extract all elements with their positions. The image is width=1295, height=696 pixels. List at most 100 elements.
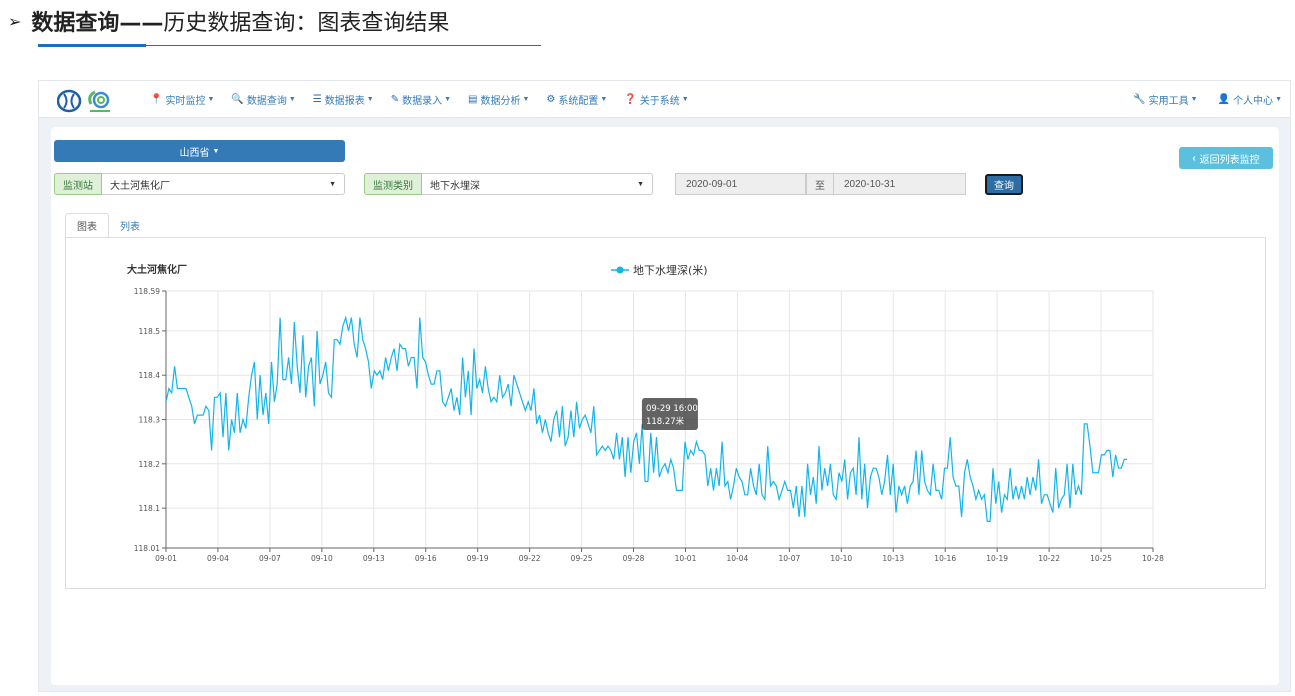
chevron-left-icon: ‹ <box>1192 152 1196 164</box>
nav-item-realtime[interactable]: 📍 实时监控 ▼ <box>150 92 214 107</box>
x-tick-label: 10-19 <box>986 554 1008 563</box>
tab-label: 图表 <box>77 222 97 233</box>
x-tick-label: 09-13 <box>363 554 385 563</box>
chart-container: 大土河焦化厂 地下水埋深(米) 118.01 118.1 118.2 118.3 118.4… <box>65 237 1266 589</box>
bullet-arrow-icon: ➢ <box>8 11 22 31</box>
x-tick-label: 10-10 <box>830 554 852 563</box>
legend-label: 地下水埋深(米) <box>633 264 708 277</box>
tooltip-value: 118.27米 <box>646 416 685 427</box>
y-tick-label: 118.2 <box>139 460 161 469</box>
x-tick-label: 09-01 <box>155 554 177 563</box>
nav-item-label: 关于系统 <box>639 96 680 107</box>
tab-list[interactable]: 列表 <box>109 213 151 238</box>
caret-down-icon: ▼ <box>1190 96 1198 103</box>
back-to-list-button[interactable]: ‹ 返回列表监控 <box>1179 147 1273 169</box>
query-button-label: 查询 <box>994 181 1014 192</box>
analysis-icon: ▤ <box>468 94 478 105</box>
nav-item-entry[interactable]: ✎ 数据录入 ▼ <box>391 92 451 107</box>
caret-down-icon: ▼ <box>1275 96 1282 103</box>
y-tick-label: 118.3 <box>139 416 161 425</box>
x-tick-label: 10-22 <box>1038 554 1060 563</box>
x-tick-label: 09-19 <box>467 554 489 563</box>
nav-item-tools[interactable]: 🔧 实用工具 ▼ <box>1133 92 1197 107</box>
nav-item-user-center[interactable]: 👤 个人中心 ▼ <box>1218 92 1282 107</box>
nav-item-config[interactable]: ⚙ 系统配置 ▼ <box>546 92 607 107</box>
caret-down-icon: ▼ <box>288 96 296 103</box>
query-button[interactable]: 查询 <box>985 174 1023 195</box>
x-tick-label: 09-22 <box>519 554 541 563</box>
app-window: 📍 实时监控 ▼ 🔍 数据查询 ▼ ☰ 数据报表 ▼ ✎ 数据录入 ▼ ▤ 数据分析 ▼ ⚙ 系统配置… <box>38 80 1291 692</box>
view-tabs: 图表 列表 <box>65 213 151 238</box>
start-date-value: 2020-09-01 <box>686 178 738 190</box>
station-value: 大土河焦化厂 <box>110 180 170 192</box>
x-tick-label: 09-16 <box>415 554 437 563</box>
caret-down-icon: ▼ <box>207 96 215 103</box>
map-marker-icon: 📍 <box>150 94 163 105</box>
search-icon: 🔍 <box>231 94 244 105</box>
nav-item-analysis[interactable]: ▤ 数据分析 ▼ <box>468 92 529 107</box>
slide-title: ➢ 数据查询—— 历史数据查询：图表查询结果 <box>8 4 449 38</box>
caret-down-icon: ▼ <box>522 96 530 103</box>
nav-item-label: 数据报表 <box>324 96 365 107</box>
top-navbar: 📍 实时监控 ▼ 🔍 数据查询 ▼ ☰ 数据报表 ▼ ✎ 数据录入 ▼ ▤ 数据分析 ▼ ⚙ 系统配置… <box>39 81 1290 118</box>
nav-item-label: 实用工具 <box>1148 96 1189 107</box>
select-arrow-icon: ▼ <box>329 180 336 188</box>
start-date-input[interactable]: 2020-09-01 <box>675 173 806 195</box>
station-group: 监测站 大土河焦化厂 ▼ <box>54 173 345 195</box>
x-tick-label: 09-10 <box>311 554 333 563</box>
title-underline-accent <box>38 44 146 47</box>
province-dropdown[interactable]: 山西省 ▼ <box>54 140 345 162</box>
logo[interactable] <box>56 86 117 116</box>
x-tick-label: 10-25 <box>1090 554 1112 563</box>
question-icon: ❓ <box>624 94 637 105</box>
nav-item-query[interactable]: 🔍 数据查询 ▼ <box>231 92 295 107</box>
date-range-separator: 至 <box>806 173 834 195</box>
logo-icon <box>56 89 110 113</box>
category-group: 监测类别 地下水埋深 ▼ <box>364 173 653 195</box>
list-icon: ☰ <box>312 94 322 105</box>
right-menu: 🔧 实用工具 ▼ 👤 个人中心 ▼ <box>1113 81 1282 118</box>
tooltip-title: 09-29 16:00 <box>646 404 698 414</box>
slide-title-bold: 数据查询—— <box>31 11 164 36</box>
caret-down-icon: ▼ <box>366 96 374 103</box>
category-select[interactable]: 地下水埋深 ▼ <box>422 173 653 195</box>
caret-down-icon: ▼ <box>444 96 452 103</box>
gear-icon: ⚙ <box>546 94 556 105</box>
category-label: 监测类别 <box>364 173 422 195</box>
nav-item-label: 数据查询 <box>246 96 287 107</box>
x-tick-label: 09-25 <box>571 554 593 563</box>
chart-title: 大土河焦化厂 <box>127 263 187 276</box>
x-tick-label: 10-28 <box>1142 554 1164 563</box>
category-value: 地下水埋深 <box>430 180 480 192</box>
nav-item-label: 数据分析 <box>480 96 521 107</box>
x-tick-label: 10-07 <box>778 554 800 563</box>
x-tick-label: 09-07 <box>259 554 281 563</box>
end-date-value: 2020-10-31 <box>844 178 896 190</box>
station-select[interactable]: 大土河焦化厂 ▼ <box>102 173 345 195</box>
nav-item-report[interactable]: ☰ 数据报表 ▼ <box>313 92 374 107</box>
caret-down-icon: ▼ <box>212 147 220 155</box>
x-tick-label: 10-04 <box>727 554 749 563</box>
nav-item-label: 系统配置 <box>558 96 599 107</box>
province-label: 山西省 <box>179 147 210 159</box>
tab-chart[interactable]: 图表 <box>65 213 109 238</box>
station-label: 监测站 <box>54 173 102 195</box>
end-date-input[interactable]: 2020-10-31 <box>833 173 966 195</box>
tab-label: 列表 <box>120 222 140 233</box>
back-button-label: 返回列表监控 <box>1199 154 1260 166</box>
x-tick-label: 10-01 <box>675 554 697 563</box>
legend-dot-marker <box>616 266 624 274</box>
line-chart[interactable]: 大土河焦化厂 地下水埋深(米) 118.01 118.1 118.2 118.3 118.4… <box>66 238 1265 588</box>
date-separator-label: 至 <box>815 180 825 192</box>
y-tick-label: 118.1 <box>139 504 161 513</box>
y-tick-label: 118.5 <box>139 327 161 336</box>
x-tick-label: 10-13 <box>882 554 904 563</box>
nav-item-about[interactable]: ❓ 关于系统 ▼ <box>624 92 688 107</box>
caret-down-icon: ▼ <box>600 96 608 103</box>
select-arrow-icon: ▼ <box>637 180 644 188</box>
nav-item-label: 实时监控 <box>165 96 206 107</box>
x-tick-label: 09-04 <box>207 554 229 563</box>
y-tick-label: 118.59 <box>134 287 160 296</box>
nav-item-label: 个人中心 <box>1233 96 1274 107</box>
wrench-icon: 🔧 <box>1133 94 1146 105</box>
